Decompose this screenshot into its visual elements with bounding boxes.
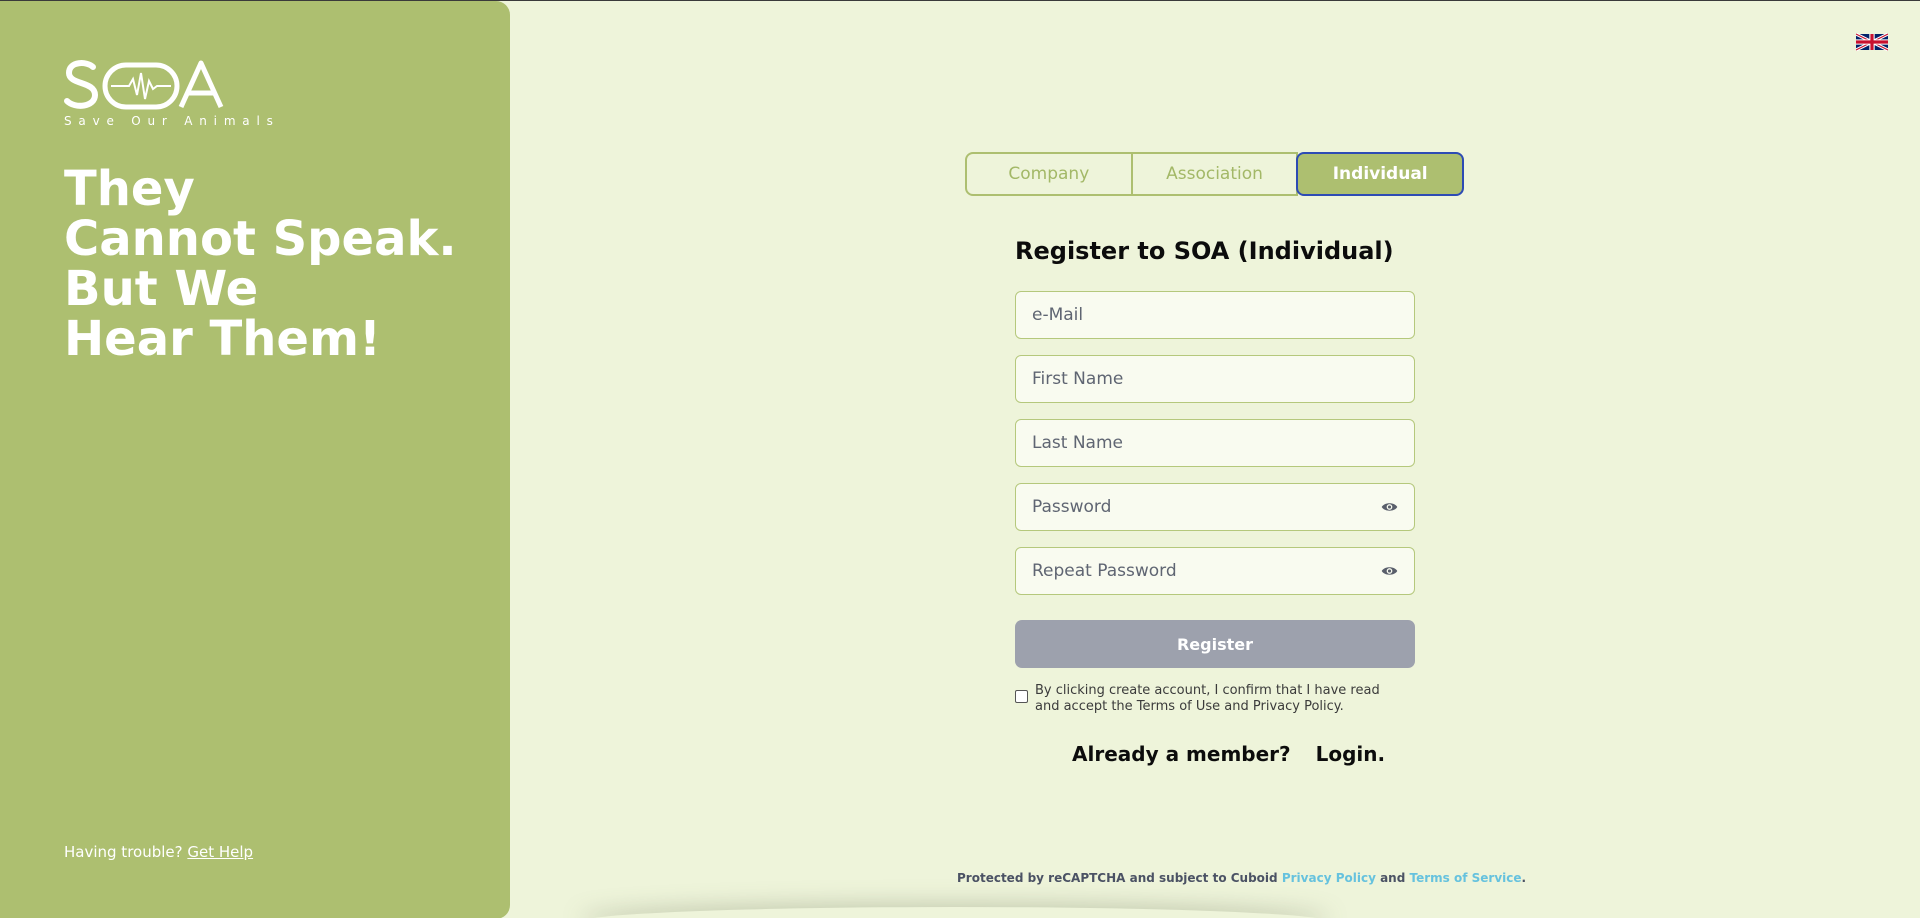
password-input[interactable] [1032, 497, 1381, 517]
logo-tagline: Save Our Animals [64, 114, 280, 128]
first-name-input[interactable] [1032, 369, 1398, 389]
terms-consent: By clicking create account, I confirm th… [1015, 683, 1395, 715]
repeat-password-field-wrapper [1015, 547, 1415, 595]
last-name-field-wrapper [1015, 419, 1415, 467]
show-password-eye-icon[interactable] [1381, 501, 1398, 513]
bottom-shadow [580, 907, 1330, 918]
terms-of-service-link[interactable]: Terms of Service [1410, 871, 1522, 885]
headline-line: They [64, 161, 195, 217]
last-name-input[interactable] [1032, 433, 1398, 453]
terms-text: By clicking create account, I confirm th… [1035, 683, 1380, 714]
uk-flag-icon[interactable] [1856, 33, 1888, 51]
already-member-text: Already a member? [1072, 742, 1291, 766]
headline-line: But We [64, 261, 259, 317]
headline-line: Hear Them! [64, 311, 381, 367]
form-title: Register to SOA (Individual) [1015, 237, 1394, 265]
password-field-wrapper [1015, 483, 1415, 531]
help-prefix: Having trouble? [64, 843, 183, 861]
help-text: Having trouble? Get Help [64, 843, 253, 861]
repeat-password-input[interactable] [1032, 561, 1381, 581]
terms-checkbox[interactable] [1015, 690, 1028, 703]
email-input[interactable] [1032, 305, 1398, 325]
soa-logo: Save Our Animals [63, 55, 273, 128]
register-button[interactable]: Register [1015, 620, 1415, 668]
recaptcha-notice: Protected by reCAPTCHA and subject to Cu… [957, 871, 1526, 885]
account-type-tabs: Company Association Individual [965, 152, 1465, 196]
tab-company[interactable]: Company [965, 152, 1133, 196]
logo-heartbeat-icon [64, 60, 224, 110]
recaptcha-and: and [1380, 871, 1406, 885]
headline-line: Cannot Speak. [64, 211, 457, 267]
headline: They Cannot Speak. But We Hear Them! [64, 164, 484, 364]
get-help-link[interactable]: Get Help [187, 843, 253, 861]
login-link[interactable]: Login. [1316, 742, 1386, 766]
privacy-policy-link[interactable]: Privacy Policy [1282, 871, 1376, 885]
email-field-wrapper [1015, 291, 1415, 339]
tab-association[interactable]: Association [1130, 152, 1299, 196]
tab-individual[interactable]: Individual [1296, 152, 1465, 196]
recaptcha-suffix: . [1521, 871, 1527, 885]
show-repeat-password-eye-icon[interactable] [1381, 565, 1398, 577]
first-name-field-wrapper [1015, 355, 1415, 403]
brand-panel: Save Our Animals They Cannot Speak. But … [0, 1, 510, 918]
already-member: Already a member? Login. [1072, 742, 1385, 766]
recaptcha-prefix: Protected by reCAPTCHA and subject to Cu… [957, 871, 1278, 885]
